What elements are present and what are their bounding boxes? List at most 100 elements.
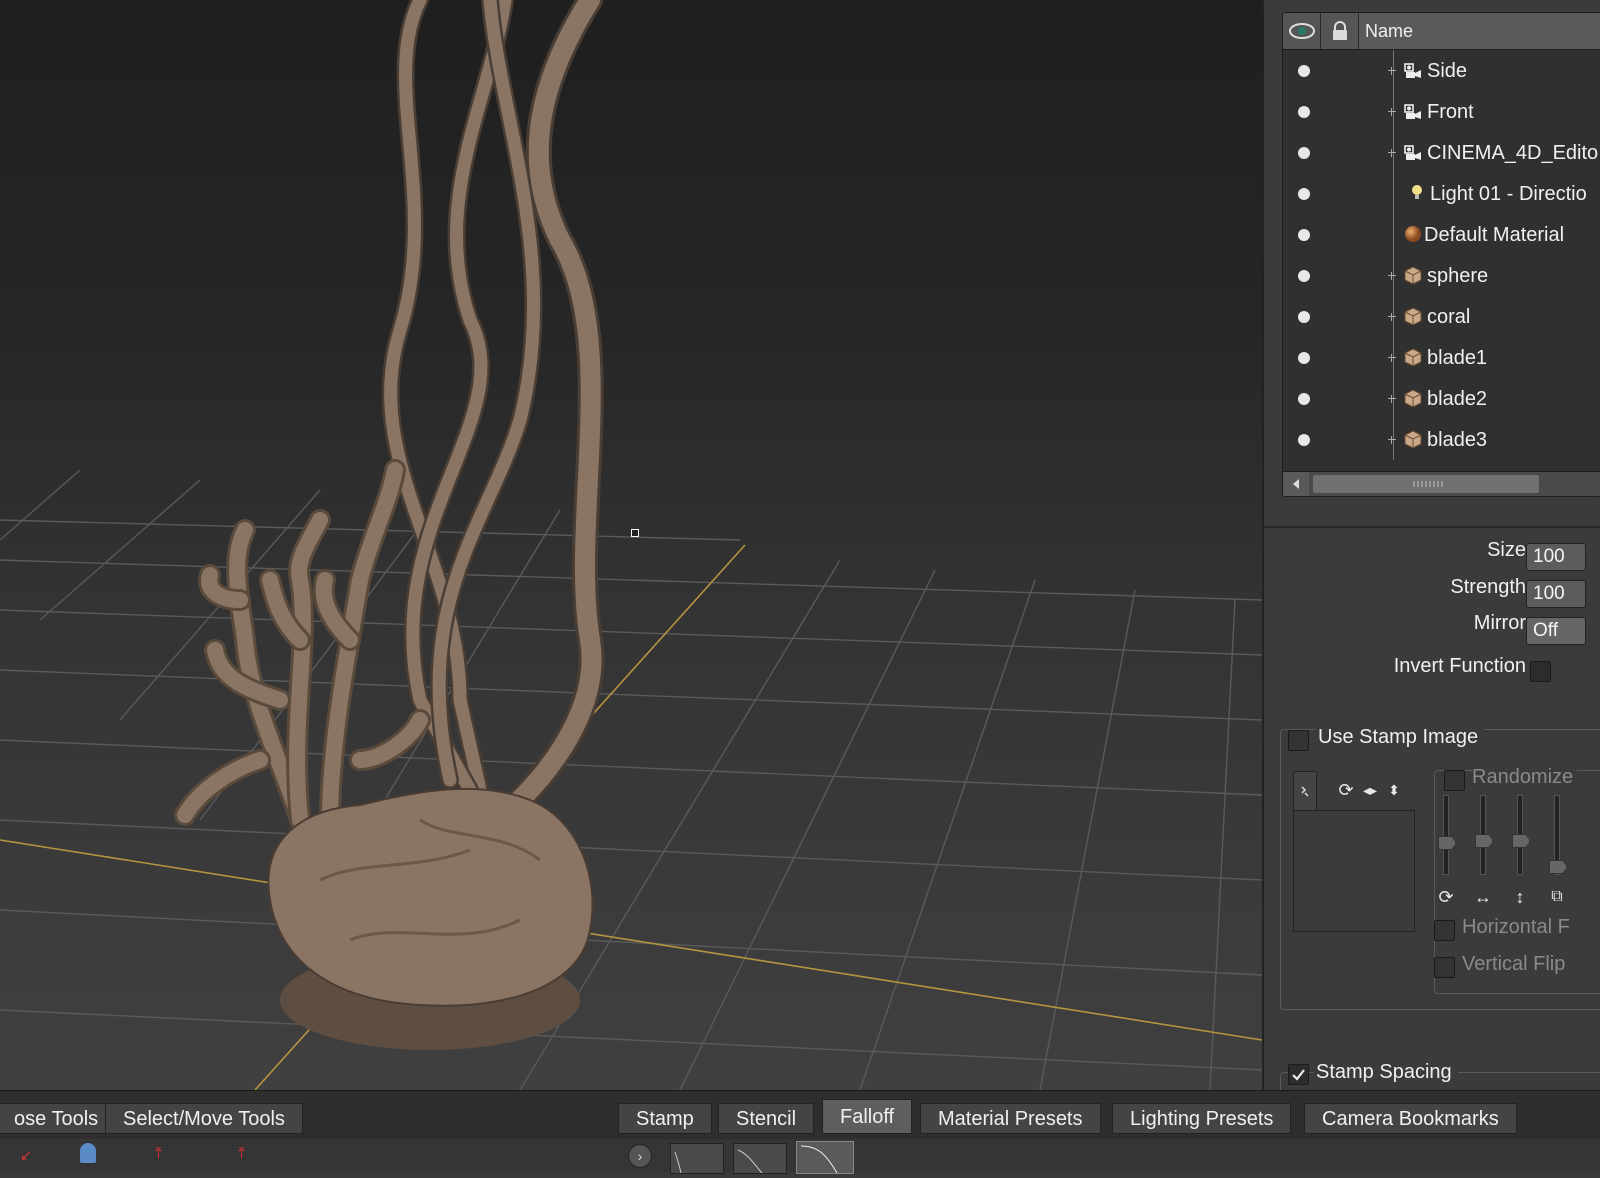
outliner-list: Side Front CINEMA_4D_Edito Light 01 - Direc… [1283, 50, 1600, 460]
outliner-row[interactable]: Side [1283, 50, 1600, 91]
move-tool-icon[interactable]: ⤒ [155, 1145, 162, 1163]
visibility-toggle[interactable] [1298, 147, 1310, 159]
falloff-curve-icon [674, 1151, 682, 1174]
mesh-cube-icon [1403, 265, 1423, 285]
rotation-slider[interactable] [1443, 795, 1449, 875]
use-stamp-image-checkbox[interactable] [1288, 730, 1309, 751]
expand-plus-icon[interactable] [1388, 272, 1396, 280]
visibility-toggle[interactable] [1298, 106, 1310, 118]
floor-grid-line [0, 1009, 1262, 1071]
floor-grid-line [0, 559, 1262, 601]
use-stamp-image-label: Use Stamp Image [1316, 726, 1485, 749]
outliner-item-label: Default Material [1424, 224, 1565, 246]
randomize-checkbox[interactable] [1444, 770, 1465, 791]
pose-tool-icon[interactable]: ↙ [20, 1147, 34, 1163]
checkmark-icon [1292, 1069, 1305, 1081]
scroll-thumb[interactable] [1313, 475, 1539, 493]
outliner-row[interactable]: Default Material [1283, 214, 1600, 255]
floor-grid-line [1209, 599, 1236, 1090]
mesh-cube-icon [1403, 429, 1423, 449]
flip-horizontal-icon[interactable]: ◂▸ [1358, 778, 1382, 802]
outliner-row[interactable]: blade3 [1283, 419, 1600, 460]
falloff-menu-button[interactable]: › [628, 1144, 652, 1168]
outliner-row[interactable]: CINEMA_4D_Edito [1283, 132, 1600, 173]
visibility-toggle[interactable] [1298, 65, 1310, 77]
visibility-column-header[interactable] [1283, 13, 1321, 49]
expand-plus-icon[interactable] [1388, 149, 1396, 157]
vertical-flip-checkbox[interactable] [1434, 957, 1455, 978]
pivot-marker[interactable] [631, 529, 639, 537]
vertical-flip-label: Vertical Flip [1462, 953, 1566, 975]
falloff-preset-2[interactable] [733, 1143, 787, 1174]
mirror-dropdown[interactable]: Off [1526, 617, 1586, 645]
size-field[interactable]: 100 [1526, 543, 1586, 571]
outliner-item-label: blade2 [1427, 388, 1488, 410]
tab-stencil[interactable]: Stencil [718, 1103, 815, 1134]
stamp-preview[interactable] [1293, 810, 1415, 932]
scale-tool-icon[interactable]: ⤒ [238, 1145, 245, 1163]
tab-material-presets[interactable]: Material Presets [920, 1103, 1101, 1134]
expand-plus-icon[interactable] [1388, 436, 1396, 444]
tab-select-move-tools[interactable]: Select/Move Tools [105, 1103, 303, 1134]
rotate-icon[interactable]: ⟳ [1334, 778, 1358, 802]
light-bulb-icon [1407, 183, 1427, 203]
strength-label: Strength [1450, 576, 1526, 598]
outliner-item-label: CINEMA_4D_Edito [1427, 142, 1599, 164]
expand-plus-icon[interactable] [1388, 395, 1396, 403]
eye-icon [1288, 23, 1315, 39]
scene-outliner: Name Side Front CINEMA_4D_Edito Light 01 - … [1282, 12, 1600, 497]
outliner-row[interactable]: blade2 [1283, 378, 1600, 419]
scroll-left-arrow[interactable] [1283, 472, 1309, 496]
random-rotate-icon: ⟳ [1438, 886, 1454, 907]
camera-icon [1403, 142, 1423, 162]
tab-camera-bookmarks[interactable]: Camera Bookmarks [1304, 1103, 1517, 1134]
visibility-toggle[interactable] [1298, 229, 1310, 241]
outliner-row[interactable]: Light 01 - Directio [1283, 173, 1600, 214]
outliner-item-label: sphere [1427, 265, 1489, 287]
expand-plus-icon[interactable] [1388, 354, 1396, 362]
outliner-row[interactable]: sphere [1283, 255, 1600, 296]
outliner-row[interactable]: Front [1283, 91, 1600, 132]
paint-tool-icon[interactable] [80, 1143, 96, 1163]
tab-lighting-presets[interactable]: Lighting Presets [1112, 1103, 1292, 1134]
horizontal-scrollbar[interactable] [1283, 471, 1600, 496]
stamp-menu-button[interactable] [1293, 771, 1317, 811]
3d-viewport[interactable] [0, 0, 1264, 1090]
random-scale-icon: ⧉ [1551, 888, 1563, 905]
visibility-toggle[interactable] [1298, 393, 1310, 405]
outliner-row[interactable]: coral [1283, 296, 1600, 337]
grip-icon [1413, 481, 1443, 487]
name-column-header[interactable]: Name [1359, 13, 1600, 49]
floor-grid-line [1039, 589, 1136, 1090]
expand-plus-icon[interactable] [1388, 67, 1396, 75]
stamp-spacing-checkbox[interactable] [1288, 1064, 1309, 1085]
falloff-curve-icon [800, 1145, 838, 1174]
visibility-toggle[interactable] [1298, 188, 1310, 200]
strength-field[interactable]: 100 [1526, 580, 1586, 608]
mesh-cube-icon [1403, 388, 1423, 408]
visibility-toggle[interactable] [1298, 352, 1310, 364]
visibility-toggle[interactable] [1298, 434, 1310, 446]
falloff-preset-3[interactable] [796, 1141, 854, 1174]
outliner-item-label: coral [1427, 306, 1471, 328]
horizontal-flip-checkbox[interactable] [1434, 920, 1455, 941]
floor-grid-line [859, 579, 1036, 1090]
tree-line [1393, 214, 1394, 255]
triangle-left-icon [1293, 479, 1299, 489]
expand-plus-icon[interactable] [1388, 108, 1396, 116]
tab-stamp[interactable]: Stamp [618, 1103, 712, 1134]
randomize-label: Randomize [1472, 766, 1578, 789]
expand-plus-icon[interactable] [1388, 313, 1396, 321]
visibility-toggle[interactable] [1298, 311, 1310, 323]
outliner-row[interactable]: blade1 [1283, 337, 1600, 378]
scene-canvas[interactable] [0, 0, 1262, 1090]
falloff-preset-1[interactable] [670, 1143, 724, 1174]
tab-pose-tools[interactable]: ose Tools [0, 1103, 117, 1134]
invert-function-checkbox[interactable] [1530, 661, 1551, 682]
visibility-toggle[interactable] [1298, 270, 1310, 282]
material-sphere-icon [1403, 224, 1423, 244]
flip-vertical-icon[interactable]: ⬍ [1382, 778, 1406, 802]
tab-falloff[interactable]: Falloff [822, 1099, 913, 1134]
lock-column-header[interactable] [1321, 13, 1359, 49]
floor-grid-line [679, 569, 936, 1090]
